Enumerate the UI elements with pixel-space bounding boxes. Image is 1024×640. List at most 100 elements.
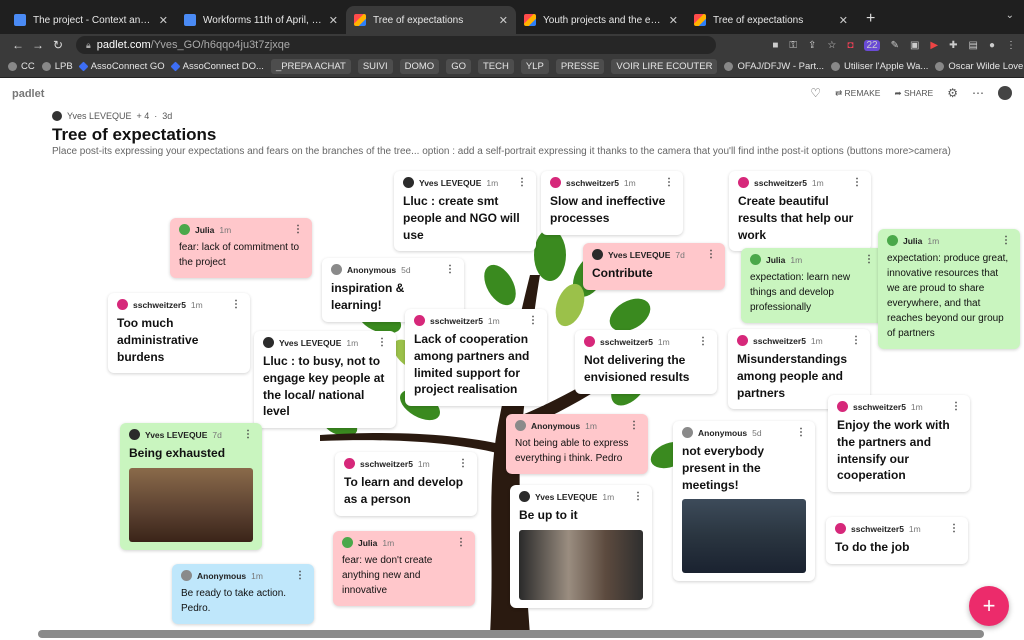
post-card[interactable]: sschweitzer5 1m ⋮ To do the job [826,517,968,564]
share-page-icon[interactable]: ⇪ [808,40,816,51]
browser-tab-active[interactable]: Tree of expectations ✕ [346,6,516,34]
more-icon[interactable]: ⋮ [456,537,466,548]
close-icon[interactable]: ✕ [839,14,848,27]
more-icon[interactable]: ⋮ [629,420,639,431]
more-icon[interactable]: ⋮ [949,523,959,534]
more-icon[interactable]: ⋮ [231,299,241,310]
post-card[interactable]: Anonymous 1m ⋮ Not being able to express e… [506,414,648,474]
post-card[interactable]: Anonymous 1m ⋮ Be ready to take action. Pe… [172,564,314,624]
bookmark-folder[interactable]: SUIVI [357,59,393,74]
more-icon[interactable]: ⋮ [796,427,806,438]
more-icon[interactable]: ⋮ [293,224,303,235]
extensions-icon[interactable]: ✚ [949,40,957,51]
bookmark[interactable]: CC [8,61,35,72]
post-card[interactable]: sschweitzer5 1m ⋮ Slow and ineffective pro… [541,171,683,235]
more-icon[interactable]: ⋮ [664,177,674,188]
browser-tab[interactable]: Workforms 11th of April, Eco-R✕ [176,6,346,34]
avatar [837,401,848,412]
bookmark[interactable]: OFAJ/DFJW - Part... [724,61,824,72]
close-icon[interactable]: ✕ [499,14,508,27]
bookmark[interactable]: AssoConnect DO... [170,61,264,72]
post-card[interactable]: sschweitzer5 1m ⋮ To learn and develop as … [335,452,477,516]
more-icon[interactable]: ⋮ [528,315,538,326]
bookmark-folder[interactable]: DOMO [399,59,440,74]
close-icon[interactable]: ✕ [159,14,168,27]
post-card[interactable]: Yves LEVEQUE 7d ⋮ Contribute [583,243,725,290]
pocket-icon[interactable]: ◘ [847,40,853,51]
bookmark[interactable]: LPB [41,61,73,72]
new-tab-button[interactable]: + [866,10,875,28]
post-card[interactable]: Julia 1m ⋮ fear: we don't create anything … [333,531,475,606]
padlet-logo[interactable]: padlet [12,88,44,100]
bookmark-folder[interactable]: VOIR LIRE ECOUTER [611,59,718,74]
avatar [737,335,748,346]
more-icon[interactable]: ⋮ [517,177,527,188]
browser-tab[interactable]: Youth projects and the environ✕ [516,6,686,34]
post-card[interactable]: Yves LEVEQUE 1m ⋮ Lluc : create smt people… [394,171,536,252]
post-card[interactable]: Yves LEVEQUE 7d ⋮ Being exhausted [120,423,262,550]
post-card[interactable]: Julia 1m ⋮ expectation: produce great, inn… [878,229,1020,349]
more-icon[interactable]: ⋮ [698,336,708,347]
share-button[interactable]: ➦ SHARE [894,88,933,99]
video-icon[interactable]: ▶ [930,40,938,51]
bookmark-folder[interactable]: _PREPA ACHAT [270,59,351,74]
close-icon[interactable]: ✕ [669,14,678,27]
more-icon[interactable]: ⋮ [706,249,716,260]
extension-badge[interactable]: 22 [864,39,880,51]
bookmark[interactable]: AssoConnect GO [78,61,165,72]
post-card[interactable]: Yves LEVEQUE 1m ⋮ Lluc : to busy, not to e… [254,331,396,429]
gear-icon[interactable]: ⚙ [947,86,958,100]
globe-icon [935,62,945,71]
reload-icon[interactable]: ↻ [48,38,68,52]
heart-icon[interactable]: ♡ [810,86,821,100]
avatar [52,111,62,121]
more-icon[interactable]: ⋮ [295,570,305,581]
profile-avatar[interactable]: ● [989,40,995,51]
post-card[interactable]: Yves LEVEQUE 1m ⋮ Be up to it [510,485,652,608]
post-card[interactable]: Julia 1m ⋮ expectation: learn new things a… [741,248,883,323]
more-icon[interactable]: ⋮ [852,177,862,188]
post-card[interactable]: sschweitzer5 1m ⋮ Too much administrative … [108,293,250,374]
back-icon[interactable]: ← [8,38,28,52]
bookmark-folder[interactable]: GO [446,59,471,74]
more-icon[interactable]: ⋮ [377,337,387,348]
bookmark[interactable]: Oscar Wilde Love... [935,61,1024,72]
post-card[interactable]: sschweitzer5 1m ⋮ Not delivering the envis… [575,330,717,394]
horizontal-scrollbar[interactable] [38,630,984,638]
close-icon[interactable]: ✕ [329,14,338,27]
add-post-button[interactable]: + [969,586,1009,626]
more-icon[interactable]: ⋮ [458,458,468,469]
folder-icon [41,62,51,71]
bookmark-folder[interactable]: YLP [520,59,549,74]
more-icon[interactable]: ⋮ [633,491,643,502]
menu-icon[interactable]: ⋮ [1006,40,1016,51]
more-icon[interactable]: ⋮ [864,254,874,265]
more-icon[interactable]: ⋮ [1001,235,1011,246]
more-icon[interactable]: ⋮ [851,335,861,346]
address-bar[interactable]: 🔒︎ padlet.com/Yves_GO/h6qqo4ju3t7zjxqe [76,36,716,54]
bookmark-folder[interactable]: TECH [477,59,514,74]
pen-icon[interactable]: ✎ [891,40,899,51]
browser-tab[interactable]: Tree of expectations ✕ [686,6,856,34]
more-icon[interactable]: ⋮ [951,401,961,412]
more-icon[interactable]: ⋮ [445,264,455,275]
post-card[interactable]: sschweitzer5 1m ⋮ Lack of cooperation amon… [405,309,547,407]
bookmark[interactable]: Utiliser l'Apple Wa... [831,61,928,72]
remake-button[interactable]: ⇄ REMAKE [835,88,880,99]
post-card[interactable]: Anonymous 5d ⋮ not everybody present in th… [673,421,815,582]
tab-search-icon[interactable]: ⌄ [1006,10,1014,21]
sidebar-icon[interactable]: ▤ [969,40,978,51]
browser-tab[interactable]: The project - Context and purp✕ [6,6,176,34]
more-icon[interactable]: ⋯ [972,86,984,100]
avatar[interactable] [998,86,1012,100]
more-icon[interactable]: ⋮ [243,429,253,440]
key-icon[interactable]: ⚿ [789,40,797,51]
post-card[interactable]: Julia 1m ⋮ fear: lack of commitment to the… [170,218,312,278]
camera-icon[interactable]: ■ [772,40,778,51]
star-icon[interactable]: ☆ [827,40,836,51]
forward-icon[interactable]: → [28,38,48,52]
post-card[interactable]: sschweitzer5 1m ⋮ Create beautiful results… [729,171,871,252]
translate-icon[interactable]: ▣ [910,40,919,51]
post-card[interactable]: sschweitzer5 1m ⋮ Enjoy the work with the … [828,395,970,493]
bookmark-folder[interactable]: PRESSE [555,59,605,74]
